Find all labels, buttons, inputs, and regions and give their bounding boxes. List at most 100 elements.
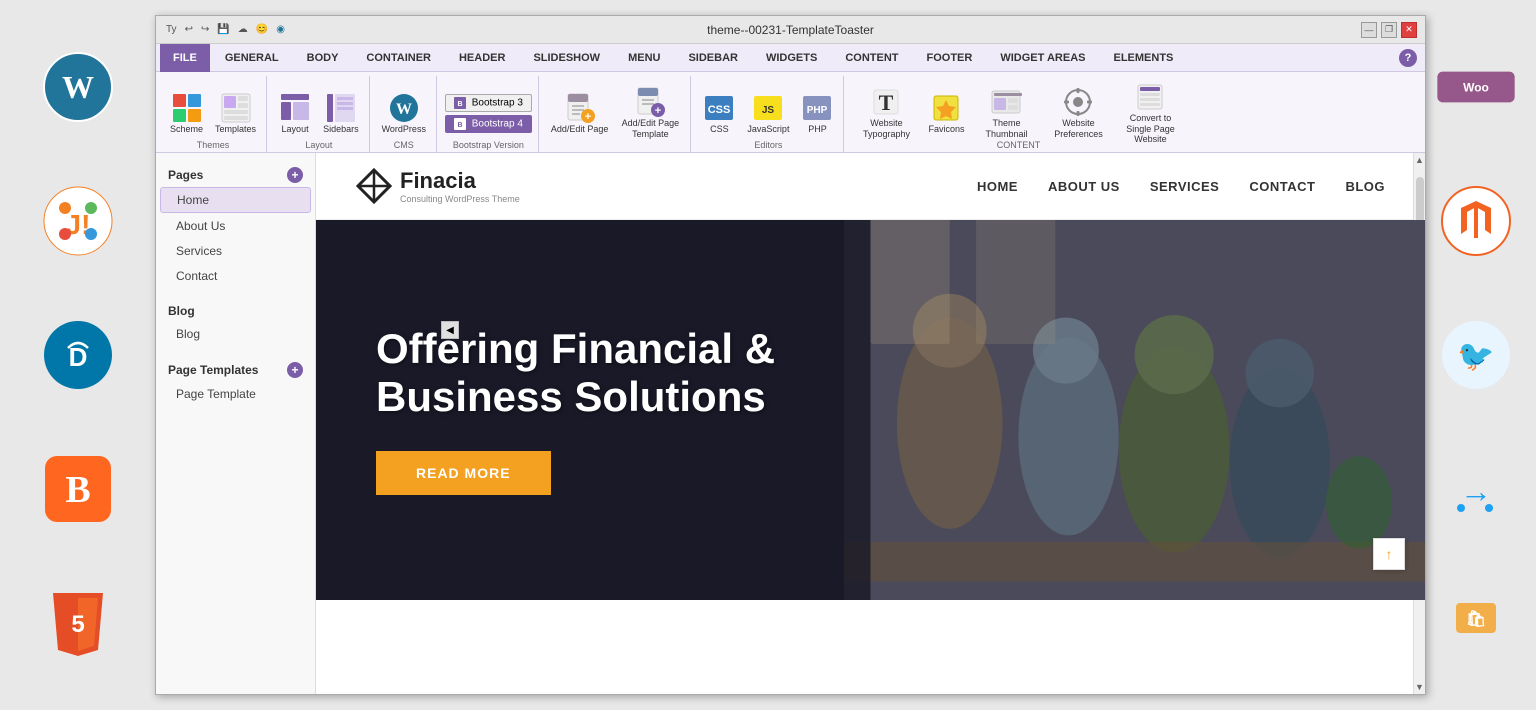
nav-contact[interactable]: CONTACT	[1249, 179, 1315, 194]
nav-about-us[interactable]: ABOUT US	[1048, 179, 1120, 194]
title-bar-left: Ty ↩ ↪ 💾 ☁ 😊 ◉	[164, 24, 287, 35]
layout-button[interactable]: Layout	[275, 90, 315, 137]
php-button[interactable]: PHP PHP	[797, 90, 837, 137]
nav-home[interactable]: HOME	[977, 179, 1018, 194]
restore-button[interactable]: ❐	[1381, 22, 1397, 38]
joomla-logo[interactable]: J!	[38, 181, 118, 261]
templates-button[interactable]: Templates	[211, 90, 260, 137]
convert-single-icon	[1134, 81, 1166, 113]
ribbon-group-cms: W WordPress CMS	[372, 76, 437, 152]
css-icon: CSS	[703, 92, 735, 124]
php-icon: PHP	[801, 92, 833, 124]
sidebar-item-contact[interactable]: Contact	[160, 264, 311, 288]
pages-items: + Add/Edit Page	[547, 76, 685, 150]
sidebar-item-about[interactable]: About Us	[160, 214, 311, 238]
wp-icon[interactable]: ◉	[276, 24, 285, 35]
blogger-logo[interactable]: B	[38, 449, 118, 529]
svg-text:🐦: 🐦	[1457, 340, 1494, 373]
add-page-button[interactable]: +	[287, 167, 303, 183]
woocommerce-logo[interactable]: Woo	[1436, 47, 1516, 127]
js-icon: JS	[752, 92, 784, 124]
ribbon-group-layout: Layout Sidebars	[269, 76, 370, 152]
css-label: CSS	[710, 124, 729, 135]
svg-text:Woo: Woo	[1463, 81, 1489, 95]
bootstrap-items: B Bootstrap 3 B Bootstrap 4	[445, 76, 532, 150]
cart-blue-logo[interactable]: →	[1436, 449, 1516, 529]
tab-slideshow[interactable]: SLIDESHOW	[520, 44, 613, 72]
wordpress-button[interactable]: W WordPress	[378, 90, 430, 137]
cms-items: W WordPress	[378, 76, 430, 150]
tab-widgets[interactable]: WIDGETS	[753, 44, 830, 72]
nav-blog[interactable]: BLOG	[1345, 179, 1385, 194]
close-button[interactable]: ✕	[1401, 22, 1417, 38]
website-typography-button[interactable]: T Website Typography	[852, 84, 920, 142]
tab-elements[interactable]: ELEMENTS	[1100, 44, 1186, 72]
tab-body[interactable]: BODY	[294, 44, 352, 72]
back-to-top-button[interactable]: ↑	[1373, 538, 1405, 570]
hero-read-more-button[interactable]: READ MORE	[376, 451, 551, 495]
preview-header: Finacia Consulting WordPress Theme HOME …	[316, 153, 1425, 220]
scheme-button[interactable]: Scheme	[166, 90, 207, 137]
sidebar-item-home[interactable]: Home	[160, 187, 311, 213]
pages-label: Pages	[168, 168, 203, 182]
javascript-button[interactable]: JS JavaScript	[743, 90, 793, 137]
scroll-left-arrow[interactable]: ◀	[316, 693, 331, 694]
tab-content[interactable]: CONTENT	[832, 44, 911, 72]
layout-label: Layout	[282, 124, 309, 135]
wordpress-logo[interactable]: W	[38, 47, 118, 127]
help-button[interactable]: ?	[1399, 49, 1417, 67]
themes-group-label: Themes	[160, 140, 266, 150]
scroll-right-arrow[interactable]: ▶	[1229, 693, 1244, 694]
minimize-button[interactable]: —	[1361, 22, 1377, 38]
preview-area: ▲ ▼ Finacia Consult	[316, 153, 1425, 694]
add-page-template-button[interactable]: +	[287, 362, 303, 378]
favicons-button[interactable]: Favicons	[924, 90, 968, 137]
cloud-icon[interactable]: ☁	[238, 24, 248, 35]
magento-logo[interactable]	[1436, 181, 1516, 261]
tab-sidebar[interactable]: SIDEBAR	[675, 44, 751, 72]
preferences-label: Website Preferences	[1048, 118, 1108, 140]
nav-services[interactable]: SERVICES	[1150, 179, 1220, 194]
tab-menu[interactable]: MENU	[615, 44, 673, 72]
bootstrap3-button[interactable]: B Bootstrap 3	[445, 94, 532, 112]
ribbon: FILE GENERAL BODY CONTAINER HEADER SLIDE…	[156, 44, 1425, 153]
add-edit-page-button[interactable]: + Add/Edit Page	[547, 90, 613, 137]
save-icon[interactable]: 💾	[217, 24, 229, 35]
window-controls: — ❐ ✕	[1361, 22, 1417, 38]
smiley-icon[interactable]: 😊	[256, 24, 268, 35]
tab-file[interactable]: FILE	[160, 44, 210, 72]
sidebars-button[interactable]: Sidebars	[319, 90, 363, 137]
redo-icon[interactable]: ↪	[201, 24, 209, 35]
sidebar-item-blog[interactable]: Blog	[160, 322, 311, 346]
hero-content: Offering Financial & Business Solutions …	[316, 325, 835, 496]
typography-label: Website Typography	[856, 118, 916, 140]
cart-orange-logo[interactable]: 🛍	[1436, 583, 1516, 663]
add-edit-page-template-button[interactable]: + Add/Edit Page Template	[616, 84, 684, 142]
tweetdeck-logo[interactable]: 🐦	[1436, 315, 1516, 395]
wordpress-cms-label: WordPress	[382, 124, 426, 135]
layout-icon	[279, 92, 311, 124]
blog-label: Blog	[168, 304, 195, 318]
theme-thumbnail-button[interactable]: Theme Thumbnail	[972, 84, 1040, 142]
bootstrap-buttons: B Bootstrap 3 B Bootstrap 4	[445, 94, 532, 133]
pages-section-header: Pages +	[156, 161, 315, 186]
drupal-logo[interactable]: D	[38, 315, 118, 395]
sidebar-item-page-template[interactable]: Page Template	[160, 382, 311, 406]
tab-header[interactable]: HEADER	[446, 44, 518, 72]
css-button[interactable]: CSS CSS	[699, 90, 739, 137]
bootstrap-group-label: Bootstrap Version	[439, 140, 538, 150]
html5-logo[interactable]: 5	[38, 583, 118, 663]
bootstrap4-button[interactable]: B Bootstrap 4	[445, 115, 532, 133]
sidebar-collapse-button[interactable]: ◀	[441, 321, 459, 339]
website-preferences-button[interactable]: Website Preferences	[1044, 84, 1112, 142]
tab-widget-areas[interactable]: WIDGET AREAS	[987, 44, 1098, 72]
logo-svg	[356, 168, 392, 204]
tab-general[interactable]: GENERAL	[212, 44, 292, 72]
undo-icon[interactable]: ↩	[185, 24, 193, 35]
tab-container[interactable]: CONTAINER	[353, 44, 444, 72]
svg-text:B: B	[457, 122, 462, 129]
scheme-icon	[171, 92, 203, 124]
tab-footer[interactable]: FOOTER	[913, 44, 985, 72]
sidebar-item-services[interactable]: Services	[160, 239, 311, 263]
convert-single-button[interactable]: Convert to Single Page Website	[1116, 79, 1184, 147]
